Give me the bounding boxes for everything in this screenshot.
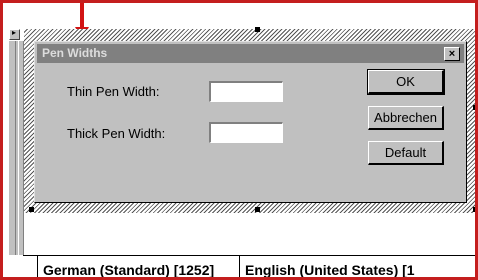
left-gutter bbox=[9, 41, 24, 255]
ok-button[interactable]: OK bbox=[367, 69, 445, 95]
language-tab-bar: German (Standard) [1252] English (United… bbox=[23, 255, 475, 277]
resize-handle-right[interactable] bbox=[473, 105, 475, 110]
tab-english-united-states[interactable]: English (United States) [1 bbox=[245, 259, 415, 277]
default-button[interactable]: Default bbox=[368, 141, 444, 165]
thin-pen-width-label: Thin Pen Width: bbox=[67, 84, 160, 99]
thick-pen-width-input[interactable] bbox=[209, 122, 283, 143]
dialog-title: Pen Widths bbox=[42, 46, 108, 60]
tab-german-standard[interactable]: German (Standard) [1252] bbox=[43, 259, 214, 277]
resize-handle-bottom-left[interactable] bbox=[29, 207, 34, 212]
screenshot-frame: ▸ Pen Widths × Thin Pen Width: Thick Pen… bbox=[0, 0, 478, 280]
thin-pen-width-input[interactable] bbox=[209, 81, 283, 102]
resize-handle-bottom-right[interactable] bbox=[473, 207, 475, 212]
resize-handle-bottom[interactable] bbox=[255, 207, 260, 212]
expand-corner-button[interactable]: ▸ bbox=[9, 28, 20, 40]
cancel-button[interactable]: Abbrechen bbox=[368, 106, 444, 130]
thick-pen-width-label: Thick Pen Width: bbox=[67, 126, 166, 141]
pen-widths-dialog: Pen Widths × Thin Pen Width: Thick Pen W… bbox=[34, 41, 467, 203]
resize-handle-top[interactable] bbox=[255, 27, 260, 32]
dialog-titlebar[interactable]: Pen Widths × bbox=[37, 44, 464, 63]
close-icon[interactable]: × bbox=[444, 47, 460, 61]
